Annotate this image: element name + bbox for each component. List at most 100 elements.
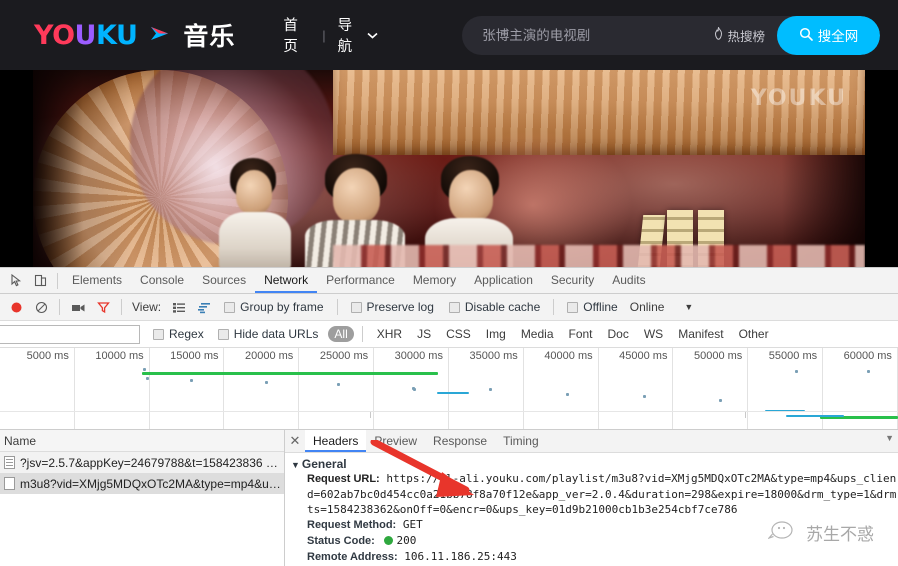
devtools-tabbar: Elements Console Sources Network Perform… bbox=[0, 268, 898, 294]
timeline-dot bbox=[489, 388, 492, 391]
timeline-tick-label: 60000 ms bbox=[843, 350, 892, 362]
tab-audits[interactable]: Audits bbox=[603, 268, 654, 293]
filter-input[interactable] bbox=[0, 324, 140, 344]
timeline-dot bbox=[719, 399, 722, 402]
group-by-frame-checkbox[interactable]: Group by frame bbox=[217, 300, 330, 314]
table-row[interactable]: ?jsv=2.5.7&appKey=24679788&t=158423836 2… bbox=[0, 452, 284, 473]
clear-icon[interactable] bbox=[29, 295, 53, 319]
camera-icon[interactable] bbox=[66, 295, 90, 319]
remote-address-row: Remote Address: 106.11.186.25:443 bbox=[291, 549, 898, 565]
search-button[interactable]: 搜全网 bbox=[777, 15, 880, 55]
timeline-dot bbox=[190, 379, 193, 382]
video-frame: YOUKU bbox=[33, 70, 865, 267]
close-icon[interactable]: ✕ bbox=[285, 433, 305, 449]
detail-tab-preview[interactable]: Preview bbox=[366, 430, 425, 452]
logo-letter-o: O bbox=[52, 19, 75, 51]
type-filter-img[interactable]: Img bbox=[480, 326, 512, 342]
tab-security[interactable]: Security bbox=[542, 268, 603, 293]
tab-performance[interactable]: Performance bbox=[317, 268, 404, 293]
hot-search-link[interactable]: 热搜榜 bbox=[701, 26, 777, 45]
record-icon[interactable] bbox=[4, 295, 28, 319]
hide-data-urls-checkbox[interactable]: Hide data URLs bbox=[211, 327, 326, 341]
status-code-row: Status Code: 200 bbox=[291, 533, 898, 549]
timeline-tick-label: 40000 ms bbox=[544, 350, 593, 362]
offline-label: Offline bbox=[583, 300, 618, 314]
devtools-panel: Elements Console Sources Network Perform… bbox=[0, 267, 898, 566]
detail-tab-response[interactable]: Response bbox=[425, 430, 495, 452]
nav-home[interactable]: 首页 bbox=[271, 14, 322, 56]
nav-home-label: 首页 bbox=[283, 18, 298, 55]
nav-guide[interactable]: 导航 bbox=[326, 14, 391, 56]
logo-letter-y: Y bbox=[34, 19, 53, 51]
type-filter-all[interactable]: All bbox=[328, 326, 354, 342]
video-player[interactable]: YOUKU bbox=[0, 70, 898, 267]
offline-checkbox[interactable]: Offline bbox=[560, 300, 624, 314]
device-toolbar-icon[interactable] bbox=[28, 269, 52, 293]
table-row[interactable]: m3u8?vid=XMjg5MDQxOTc2MA&type=mp4&u… bbox=[0, 473, 284, 494]
play-arrow-icon bbox=[148, 24, 174, 46]
timeline-tick-label: 5000 ms bbox=[26, 350, 69, 362]
disable-cache-box bbox=[448, 301, 460, 313]
type-filter-ws[interactable]: WS bbox=[638, 326, 669, 342]
request-method-row: Request Method: GET bbox=[291, 517, 898, 533]
type-separator bbox=[361, 326, 363, 342]
tab-sources[interactable]: Sources bbox=[193, 268, 255, 293]
youku-logo-cn: 音乐 bbox=[183, 23, 236, 51]
hide-data-urls-box bbox=[217, 328, 229, 340]
disable-cache-checkbox[interactable]: Disable cache bbox=[442, 300, 547, 314]
network-filterbar: Regex Hide data URLs All XHR JS CSS Img … bbox=[0, 321, 898, 348]
type-filter-js[interactable]: JS bbox=[411, 326, 437, 342]
tab-memory[interactable]: Memory bbox=[404, 268, 465, 293]
throttle-caret-icon[interactable]: ▼ bbox=[684, 302, 693, 312]
throttle-value[interactable]: Online bbox=[630, 300, 665, 314]
tab-application[interactable]: Application bbox=[465, 268, 542, 293]
detail-tab-headers[interactable]: Headers bbox=[305, 430, 367, 452]
type-filter-xhr[interactable]: XHR bbox=[371, 326, 408, 342]
timeline-dot bbox=[795, 370, 798, 373]
group-by-frame-label: Group by frame bbox=[240, 300, 324, 314]
logo-letter-u2: U bbox=[115, 19, 138, 51]
search-bar: 热搜榜 搜全网 bbox=[462, 15, 880, 55]
request-url-line-2: d=602ab7bc0d454cc0a21bb78f8a70f12e&app_v… bbox=[307, 488, 897, 501]
general-section-title[interactable]: ▼ General bbox=[291, 457, 898, 471]
detail-tab-timing[interactable]: Timing bbox=[495, 430, 547, 452]
hide-data-urls-label: Hide data URLs bbox=[233, 327, 319, 341]
general-label: General bbox=[301, 457, 347, 471]
request-type-icon bbox=[4, 456, 15, 469]
type-filter-doc[interactable]: Doc bbox=[602, 326, 635, 342]
type-filter-css[interactable]: CSS bbox=[440, 326, 477, 342]
search-button-label: 搜全网 bbox=[817, 29, 859, 44]
timeline-tick-label: 15000 ms bbox=[170, 350, 219, 362]
network-overview-timeline[interactable]: 5000 ms 10000 ms 15000 ms 20000 ms 25000… bbox=[0, 348, 898, 430]
column-header-name: Name bbox=[4, 433, 37, 448]
request-list-header[interactable]: Name bbox=[0, 430, 284, 452]
logo-letter-u: U bbox=[74, 19, 97, 51]
type-filter-media[interactable]: Media bbox=[515, 326, 560, 342]
timeline-dot bbox=[143, 368, 146, 371]
preserve-log-checkbox[interactable]: Preserve log bbox=[344, 300, 441, 314]
filter-icon[interactable] bbox=[91, 295, 115, 319]
timeline-dot bbox=[413, 388, 416, 391]
search-input[interactable] bbox=[462, 27, 702, 43]
timeline-tick-label: 55000 ms bbox=[768, 350, 818, 362]
regex-checkbox[interactable]: Regex bbox=[146, 327, 211, 341]
waterfall-view-icon[interactable] bbox=[192, 295, 216, 319]
type-filter-other[interactable]: Other bbox=[733, 326, 775, 342]
resource-type-filters: All XHR JS CSS Img Media Font Doc WS Man… bbox=[328, 326, 774, 342]
tab-network[interactable]: Network bbox=[255, 268, 318, 293]
remote-address-value: 106.11.186.25:443 bbox=[404, 550, 517, 563]
inspect-icon[interactable] bbox=[4, 269, 28, 293]
performer-left-body bbox=[219, 212, 291, 267]
type-filter-manifest[interactable]: Manifest bbox=[672, 326, 729, 342]
timeline-tick-label: 10000 ms bbox=[95, 350, 144, 362]
tab-console[interactable]: Console bbox=[131, 268, 193, 293]
scroll-down-icon[interactable]: ▼ bbox=[885, 433, 894, 443]
request-name: ?jsv=2.5.7&appKey=24679788&t=158423836 2… bbox=[20, 455, 284, 470]
network-body: Name ?jsv=2.5.7&appKey=24679788&t=158423… bbox=[0, 430, 898, 566]
request-method-label: Request Method: bbox=[307, 519, 397, 531]
youku-logo[interactable]: YOUKU 音乐 bbox=[34, 17, 235, 53]
request-url-line-1[interactable]: https://pl-ali.youku.com/playlist/m3u8?v… bbox=[386, 472, 896, 485]
list-view-icon[interactable] bbox=[167, 295, 191, 319]
tab-elements[interactable]: Elements bbox=[63, 268, 131, 293]
type-filter-font[interactable]: Font bbox=[563, 326, 599, 342]
